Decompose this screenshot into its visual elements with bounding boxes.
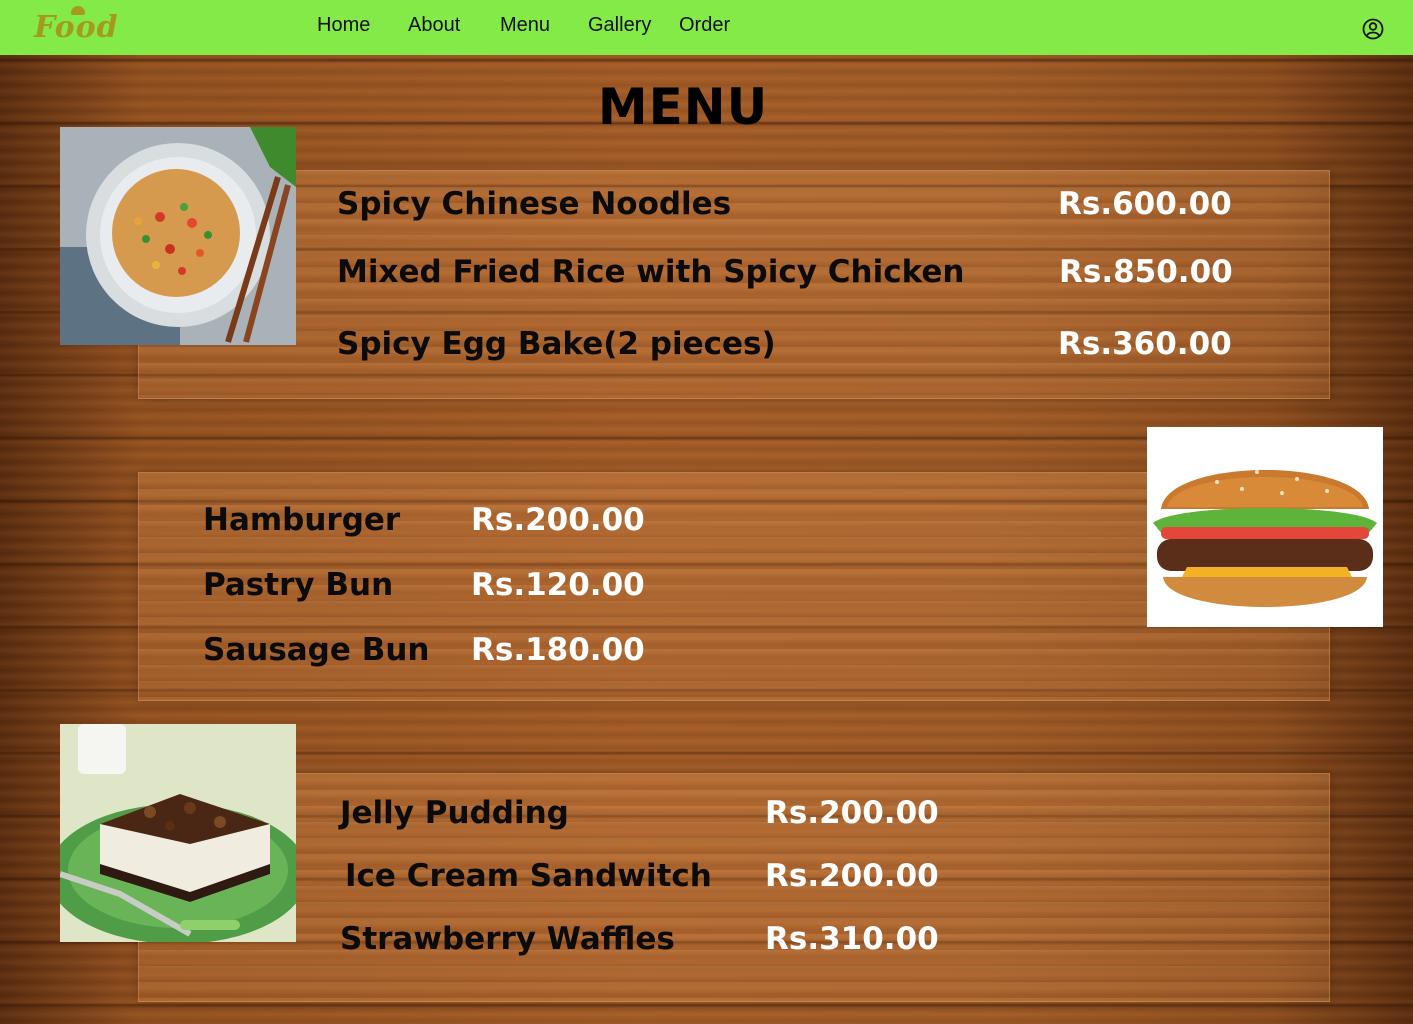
- item-hamburger: Hamburger: [203, 502, 401, 538]
- dessert-photo: [60, 724, 296, 942]
- menu-board-3: [138, 773, 1330, 1002]
- nav-about[interactable]: About: [408, 14, 460, 37]
- item-mixed-fried-rice: Mixed Fried Rice with Spicy Chicken: [337, 254, 965, 290]
- food-logo[interactable]: Food: [34, 6, 119, 48]
- price-strawberry-waffles: Rs.310.00: [765, 921, 939, 957]
- price-sausage-bun: Rs.180.00: [471, 632, 645, 668]
- price-pastry-bun: Rs.120.00: [471, 567, 645, 603]
- item-ice-cream-sandwitch: Ice Cream Sandwitch: [345, 858, 712, 894]
- fried-rice-photo: [60, 127, 296, 345]
- item-spicy-chinese-noodles: Spicy Chinese Noodles: [337, 186, 732, 222]
- hamburger-photo: [1147, 427, 1383, 627]
- logo-text: Food: [34, 10, 119, 45]
- price-hamburger: Rs.200.00: [471, 502, 645, 538]
- nav-order[interactable]: Order: [679, 14, 730, 37]
- nav-home[interactable]: Home: [317, 14, 370, 37]
- user-circle-icon[interactable]: [1362, 18, 1384, 40]
- top-navbar: Food Home About Menu Gallery Order: [0, 0, 1413, 55]
- price-ice-cream-sandwitch: Rs.200.00: [765, 858, 939, 894]
- nav-menu[interactable]: Menu: [500, 14, 550, 37]
- item-pastry-bun: Pastry Bun: [203, 567, 394, 603]
- price-spicy-chinese-noodles: Rs.600.00: [1058, 186, 1232, 222]
- nav-gallery[interactable]: Gallery: [588, 14, 651, 37]
- item-sausage-bun: Sausage Bun: [203, 632, 430, 668]
- price-spicy-egg-bake: Rs.360.00: [1058, 326, 1232, 362]
- item-jelly-pudding: Jelly Pudding: [340, 795, 569, 831]
- price-mixed-fried-rice: Rs.850.00: [1059, 254, 1233, 290]
- item-strawberry-waffles: Strawberry Waffles: [340, 921, 675, 957]
- price-jelly-pudding: Rs.200.00: [765, 795, 939, 831]
- item-spicy-egg-bake: Spicy Egg Bake(2 pieces): [337, 326, 776, 362]
